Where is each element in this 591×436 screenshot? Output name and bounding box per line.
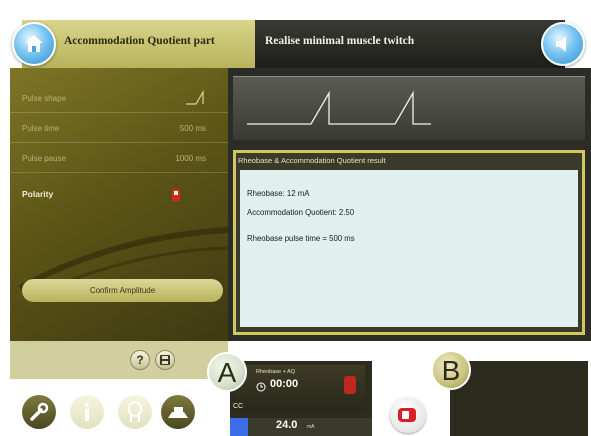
polarity-label: Polarity	[22, 189, 54, 199]
channel-a-unit: mA	[307, 424, 315, 430]
channel-a-timer: 00:00	[270, 378, 299, 390]
help-icon: ?	[136, 353, 144, 367]
pulse-pause-label: Pulse pause	[22, 154, 67, 163]
channel-a-badge[interactable]: A	[207, 352, 247, 392]
pulse-shape-row[interactable]: Pulse shape	[10, 83, 228, 113]
confirm-amplitude-button[interactable]: Confirm Amplitude	[22, 279, 223, 302]
wrench-icon	[30, 402, 49, 421]
pulse-shape-icon	[186, 89, 204, 105]
bottom-toolbar	[10, 341, 228, 379]
stop-button[interactable]	[390, 397, 426, 433]
tab-twitch-label: Realise minimal muscle twitch	[265, 35, 415, 47]
home-button[interactable]	[12, 22, 56, 66]
channel-a-mode: CC	[233, 403, 244, 410]
pulse-shape-label: Pulse shape	[22, 94, 67, 103]
result-box: Rheobase: 12 mA Accommodation Quotient: …	[240, 170, 578, 327]
channel-a-amplitude: 24.0	[276, 419, 298, 431]
panel-decor-lines	[18, 227, 228, 290]
help-button[interactable]: ?	[130, 350, 150, 370]
channel-a-amplitude-bar[interactable]	[230, 418, 372, 436]
pulse-waveform-display	[233, 76, 585, 140]
result-title: Rheobase & Accommodation Quotient result	[238, 156, 386, 165]
save-button[interactable]	[155, 350, 175, 370]
channel-a-amplitude-fill	[230, 418, 248, 436]
device-button[interactable]	[161, 395, 195, 429]
settings-tool-button[interactable]	[22, 395, 56, 429]
pulse-waveform	[247, 90, 431, 125]
sound-button[interactable]	[541, 22, 585, 66]
channel-a-stop-indicator[interactable]	[344, 376, 356, 394]
clock-icon	[256, 379, 266, 397]
stop-icon	[398, 408, 416, 422]
pulse-time-row[interactable]: Pulse time 500 ms	[10, 113, 228, 143]
info-icon	[85, 403, 89, 421]
home-icon	[25, 35, 43, 52]
device-icon	[168, 407, 188, 418]
channel-a-program: Rheobase + AQ	[256, 369, 295, 375]
info-button[interactable]	[70, 395, 104, 429]
sound-icon	[556, 36, 566, 52]
pulse-pause-value: 1000 ms	[175, 154, 206, 163]
accommodation-quotient-value: Accommodation Quotient: 2.50	[247, 208, 355, 217]
channel-b-badge[interactable]: B	[431, 350, 471, 390]
anatomy-button[interactable]	[118, 395, 152, 429]
rheobase-value: Rheobase: 12 mA	[247, 189, 310, 198]
pulse-pause-row[interactable]: Pulse pause 1000 ms	[10, 143, 228, 173]
save-icon	[160, 355, 170, 365]
tab-accommodation-label: Accommodation Quotient part	[64, 35, 215, 47]
pulse-time-value: 500 ms	[179, 124, 206, 133]
pulse-time-label: Pulse time	[22, 124, 60, 133]
head-icon	[128, 401, 142, 422]
rheobase-pulse-time: Rheobase pulse time = 500 ms	[247, 234, 355, 243]
